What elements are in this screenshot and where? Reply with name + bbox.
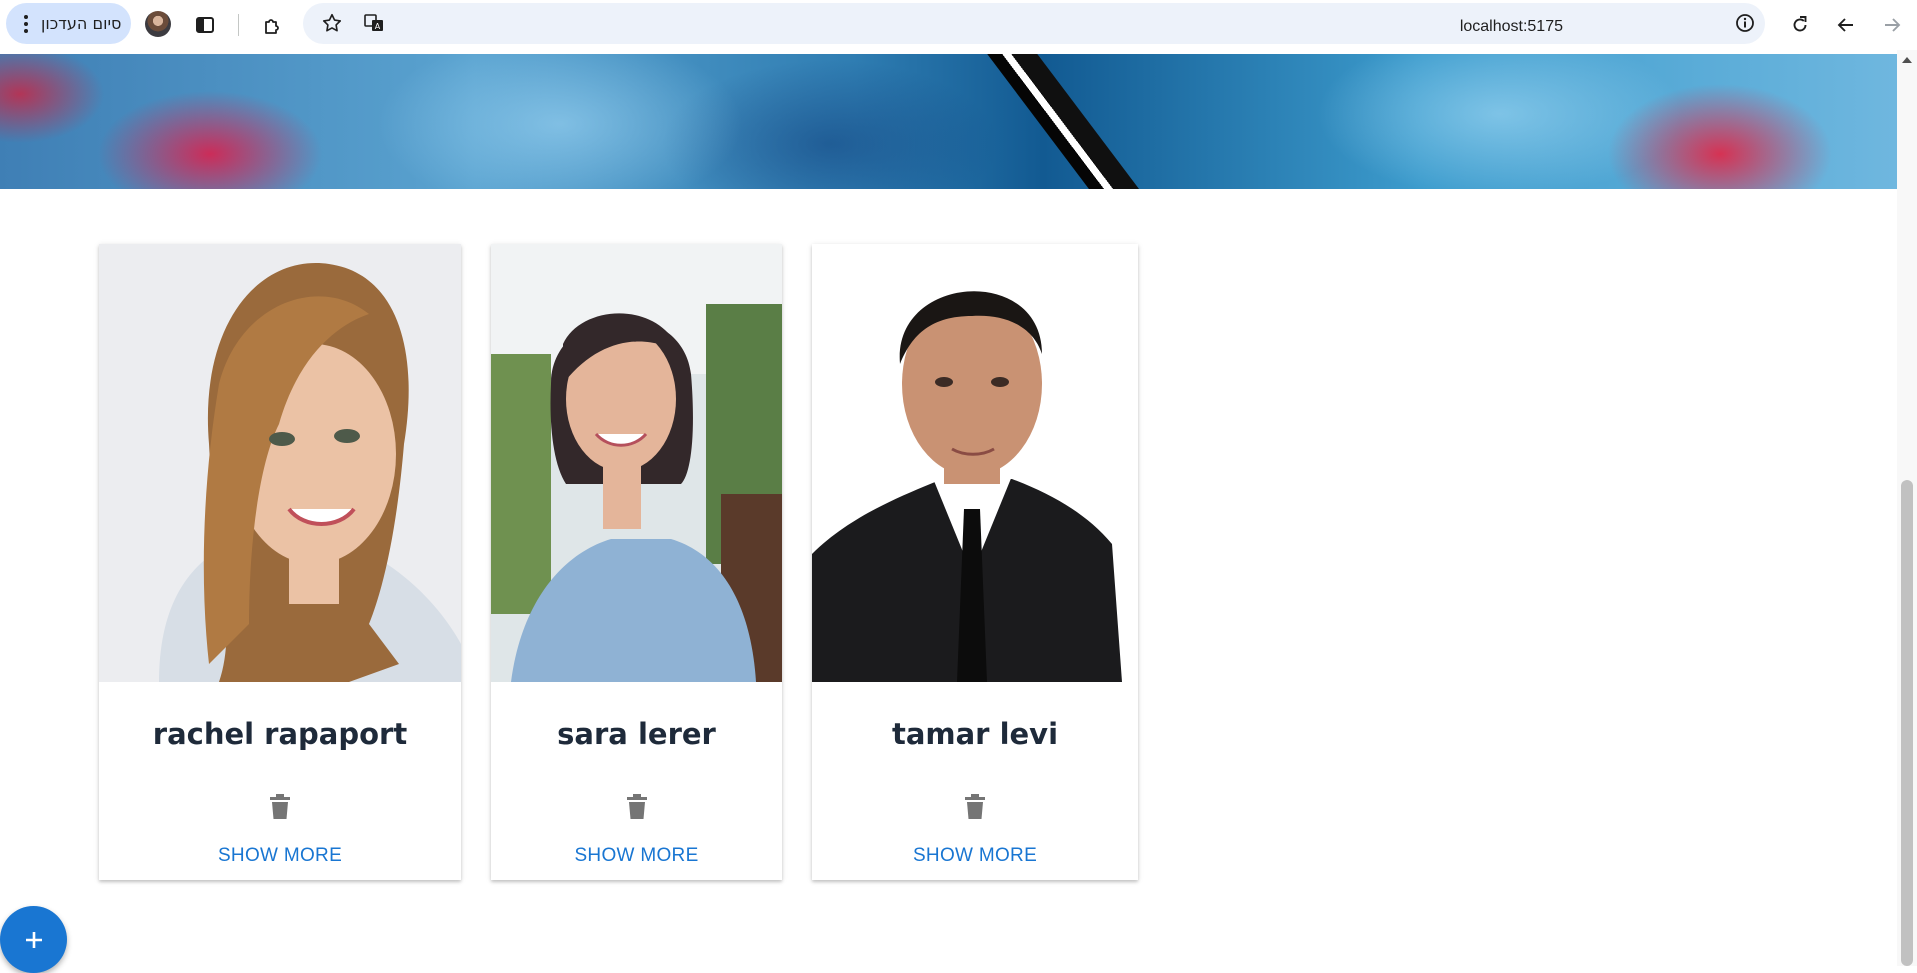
url-text[interactable]: localhost:5175 — [1460, 18, 1563, 36]
svg-text:A: A — [375, 22, 381, 31]
profile-photo — [99, 244, 461, 682]
site-info-icon[interactable] — [1731, 9, 1759, 37]
show-more-button[interactable]: SHOW MORE — [99, 845, 461, 867]
kebab-menu-icon — [23, 14, 29, 33]
show-more-button[interactable]: SHOW MORE — [812, 845, 1138, 867]
show-more-button[interactable]: SHOW MORE — [491, 845, 782, 867]
hero-banner-image — [0, 54, 1897, 189]
add-fab-button[interactable] — [0, 906, 67, 973]
bookmark-star-icon[interactable] — [318, 9, 346, 37]
browser-toolbar: סיום העדכון A localhost:5175 — [0, 0, 1917, 50]
card-name: rachel rapaport — [152, 717, 408, 751]
toolbar-divider — [238, 14, 239, 36]
delete-trash-icon[interactable] — [964, 794, 986, 820]
finish-update-label: סיום העדכון — [41, 14, 122, 33]
profile-card: tamar levi SHOW MORE — [812, 244, 1138, 880]
scrollbar-thumb[interactable] — [1901, 480, 1913, 966]
profile-photo — [812, 244, 1138, 682]
profile-photo — [491, 244, 782, 682]
back-arrow-icon[interactable] — [1832, 11, 1860, 39]
reload-icon[interactable] — [1786, 11, 1814, 39]
scroll-up-arrow-icon[interactable] — [1902, 57, 1912, 63]
side-panel-icon[interactable] — [191, 11, 219, 39]
delete-trash-icon[interactable] — [626, 794, 648, 820]
plus-icon — [25, 931, 42, 948]
banner-pen-graphic — [982, 54, 1148, 189]
translate-icon[interactable]: A — [360, 9, 388, 37]
profile-card: rachel rapaport SHOW MORE — [99, 244, 461, 880]
profile-card: sara lerer SHOW MORE — [491, 244, 782, 880]
delete-trash-icon[interactable] — [269, 794, 291, 820]
address-bar[interactable]: A localhost:5175 — [303, 3, 1765, 44]
card-name: sara lerer — [557, 717, 716, 751]
finish-update-button[interactable]: סיום העדכון — [6, 3, 131, 44]
card-name: tamar levi — [891, 717, 1059, 751]
profile-avatar[interactable] — [145, 11, 171, 37]
extensions-icon[interactable] — [258, 11, 286, 39]
forward-arrow-icon[interactable] — [1878, 11, 1906, 39]
